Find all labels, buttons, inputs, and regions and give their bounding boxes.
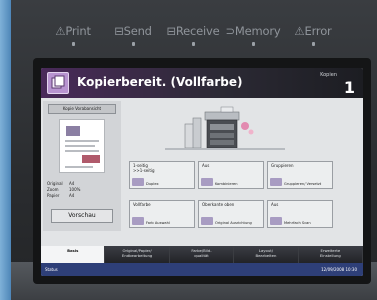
combine-label: Kombinieren bbox=[215, 181, 238, 186]
preview-thumbnail bbox=[59, 119, 105, 173]
led-indicator bbox=[71, 42, 75, 46]
combine-icon bbox=[201, 178, 213, 186]
combine-value: Aus bbox=[202, 163, 210, 168]
tab-basic[interactable]: Basis bbox=[41, 246, 106, 263]
copy-settings-summary: Original A4 Zoom 100% Papier A4 bbox=[47, 181, 117, 199]
multi-scan-button[interactable]: Aus Mehrfach Scan bbox=[267, 200, 333, 228]
duplex-button[interactable]: 1-seitig >>1-seitig Duplex bbox=[129, 161, 195, 189]
screen-header: Kopierbereit. (Vollfarbe) Kopien 1 bbox=[41, 68, 363, 98]
color-selection-value: Vollfarbe bbox=[133, 202, 151, 207]
device-bezel: ⚠Print ⊟Send ⊟Receive ⊃Memory ⚠Error Kop… bbox=[11, 0, 377, 300]
status-button[interactable]: Status bbox=[45, 267, 58, 272]
touchscreen-frame: Kopierbereit. (Vollfarbe) Kopien 1 Kopie… bbox=[33, 58, 371, 284]
led-memory: ⊃Memory bbox=[223, 24, 283, 46]
duplex-value: 1-seitig >>1-seitig bbox=[133, 163, 155, 173]
preview-panel: Kopie Vorabansicht Original A4 Zoom 100%… bbox=[43, 101, 121, 231]
info-value: A4 bbox=[69, 193, 75, 198]
collate-icon bbox=[270, 178, 282, 186]
status-bar: Status 12/09/2008 10:30 bbox=[41, 263, 363, 276]
orientation-icon bbox=[201, 217, 213, 225]
tab-original-paper[interactable]: Original/Papier/ Endbearbeitung bbox=[105, 246, 170, 263]
status-datetime: 12/09/2008 10:30 bbox=[321, 267, 357, 272]
led-send-label: ⊟Send bbox=[114, 24, 152, 38]
combine-button[interactable]: Aus Kombinieren bbox=[198, 161, 264, 189]
multi-scan-icon bbox=[270, 217, 282, 225]
led-receive: ⊟Receive bbox=[163, 24, 223, 46]
status-led-bar: ⚠Print ⊟Send ⊟Receive ⊃Memory ⚠Error bbox=[43, 24, 343, 46]
led-print: ⚠Print bbox=[43, 24, 103, 46]
collate-label: Gruppieren/ Versetzt bbox=[284, 181, 322, 186]
multi-scan-value: Aus bbox=[271, 202, 279, 207]
collate-button[interactable]: Gruppieren Gruppieren/ Versetzt bbox=[267, 161, 333, 189]
duplex-label: Duplex bbox=[146, 181, 159, 186]
tab-advanced-setup[interactable]: Erweiterte Einstellung bbox=[298, 246, 363, 263]
copies-count: 1 bbox=[343, 78, 355, 97]
led-memory-label: ⊃Memory bbox=[225, 24, 281, 38]
color-selection-button[interactable]: Vollfarbe Farb Auswahl bbox=[129, 200, 195, 228]
copier-illustration bbox=[165, 102, 285, 156]
tab-layout-edit[interactable]: Layout/ Bearbeiten bbox=[234, 246, 299, 263]
orientation-button[interactable]: Oberkante oben Original Ausrichtung bbox=[198, 200, 264, 228]
led-receive-label: ⊟Receive bbox=[166, 24, 220, 38]
led-send: ⊟Send bbox=[103, 24, 163, 46]
copy-icon bbox=[47, 72, 69, 94]
tab-color-quality[interactable]: Farbe/Bild- qualität bbox=[169, 246, 235, 263]
copies-label: Kopien bbox=[320, 72, 337, 78]
page-title: Kopierbereit. (Vollfarbe) bbox=[77, 75, 243, 89]
orientation-label: Original Ausrichtung bbox=[215, 220, 252, 225]
background-edge bbox=[0, 0, 11, 300]
multi-scan-label: Mehrfach Scan bbox=[284, 220, 311, 225]
led-indicator bbox=[251, 42, 255, 46]
orientation-value: Oberkante oben bbox=[202, 202, 235, 207]
led-print-label: ⚠Print bbox=[55, 24, 91, 38]
led-error: ⚠Error bbox=[283, 24, 343, 46]
led-indicator bbox=[191, 42, 195, 46]
tab-bar: Basis Original/Papier/ Endbearbeitung Fa… bbox=[41, 246, 363, 263]
led-error-label: ⚠Error bbox=[294, 24, 332, 38]
led-indicator bbox=[311, 42, 315, 46]
led-indicator bbox=[131, 42, 135, 46]
info-key: Papier bbox=[47, 193, 60, 198]
color-selection-icon bbox=[132, 217, 144, 225]
touchscreen: Kopierbereit. (Vollfarbe) Kopien 1 Kopie… bbox=[41, 68, 363, 276]
duplex-icon bbox=[132, 178, 144, 186]
copy-preview-button[interactable]: Kopie Vorabansicht bbox=[48, 104, 116, 114]
preview-button[interactable]: Vorschau bbox=[51, 209, 113, 223]
collate-value: Gruppieren bbox=[271, 163, 294, 168]
color-selection-label: Farb Auswahl bbox=[146, 220, 170, 225]
